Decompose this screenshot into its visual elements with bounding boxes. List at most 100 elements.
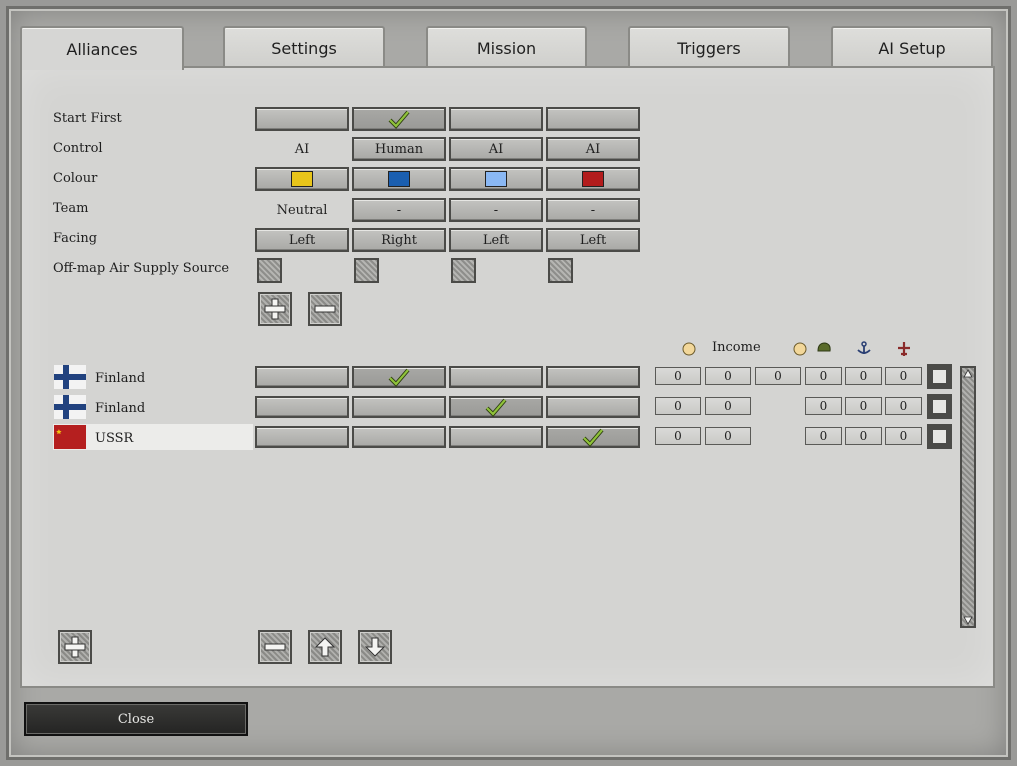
player-name: Finland [95,371,146,386]
player-2-naval-field[interactable]: 0 [845,397,882,415]
colour-swatch [582,171,604,187]
control-button-3[interactable]: AI [449,137,543,161]
team-label: Team [53,201,89,216]
remove-alliance-button[interactable] [308,292,342,326]
colour-swatch [485,171,507,187]
income-coin-icon [682,342,696,356]
checkmark-icon [388,110,410,129]
player-1-select-checkbox[interactable] [927,364,952,389]
alliances-panel: Start First Control Colour Team Facing O… [20,66,995,688]
minus-icon [264,643,286,651]
player-1-prestige-field[interactable]: 0 [705,367,751,385]
remove-player-button[interactable] [258,630,292,664]
player-1-alliance-4[interactable] [546,366,640,388]
player-1-alliance-1[interactable] [255,366,349,388]
move-up-button[interactable] [308,630,342,664]
player-2-prestige-field[interactable]: 0 [705,397,751,415]
naval-anchor-icon [857,341,871,354]
scroll-up-icon[interactable] [963,369,973,379]
player-3-naval-field[interactable]: 0 [845,427,882,445]
player-1-extra-field[interactable]: 0 [755,367,801,385]
colour-swatch [291,171,313,187]
control-label: Control [53,141,103,156]
infantry-helmet-icon [817,342,831,352]
tab-ai-setup[interactable]: AI Setup [831,26,993,68]
tab-alliances[interactable]: Alliances [20,26,184,70]
tab-settings[interactable]: Settings [223,26,385,68]
start-first-button-4[interactable] [546,107,640,131]
tab-triggers[interactable]: Triggers [628,26,790,68]
control-button-4[interactable]: AI [546,137,640,161]
start-first-button-3[interactable] [449,107,543,131]
finland-flag-icon [54,365,86,389]
player-3-alliance-2[interactable] [352,426,446,448]
player-2-alliance-4[interactable] [546,396,640,418]
player-1-income-field[interactable]: 0 [655,367,701,385]
start-first-button-2[interactable] [352,107,446,131]
player-1-naval-field[interactable]: 0 [845,367,882,385]
player-2-income-field[interactable]: 0 [655,397,701,415]
player-3-alliance-1[interactable] [255,426,349,448]
plus-icon [64,636,86,658]
air-supply-checkbox-2[interactable] [354,258,379,283]
air-supply-checkbox-4[interactable] [548,258,573,283]
air-supply-checkbox-3[interactable] [451,258,476,283]
ussr-flag-icon [54,425,86,449]
plus-icon [264,298,286,320]
add-alliance-button[interactable] [258,292,292,326]
team-button-2[interactable]: - [352,198,446,222]
scroll-down-icon[interactable] [963,615,973,625]
player-3-air-field[interactable]: 0 [885,427,922,445]
facing-button-3[interactable]: Left [449,228,543,252]
air-supply-checkbox-1[interactable] [257,258,282,283]
prestige-coin-icon [793,342,807,356]
colour-button-3[interactable] [449,167,543,191]
income-label: Income [712,340,761,355]
facing-button-4[interactable]: Left [546,228,640,252]
colour-swatch [388,171,410,187]
control-value-1: AI [294,141,310,157]
player-1-air-field[interactable]: 0 [885,367,922,385]
player-2-air-field[interactable]: 0 [885,397,922,415]
player-2-alliance-1[interactable] [255,396,349,418]
player-2-select-checkbox[interactable] [927,394,952,419]
add-player-button[interactable] [58,630,92,664]
player-3-alliance-4[interactable] [546,426,640,448]
colour-button-4[interactable] [546,167,640,191]
close-button[interactable]: Close [24,702,248,736]
team-value-1: Neutral [276,202,328,218]
player-1-alliance-2[interactable] [352,366,446,388]
player-1-alliance-3[interactable] [449,366,543,388]
facing-button-2[interactable]: Right [352,228,446,252]
player-list-scrollbar[interactable] [960,366,976,628]
checkmark-icon [582,428,604,447]
player-2-infantry-field[interactable]: 0 [805,397,842,415]
player-3-prestige-field[interactable]: 0 [705,427,751,445]
player-3-alliance-3[interactable] [449,426,543,448]
team-button-4[interactable]: - [546,198,640,222]
colour-label: Colour [53,171,98,186]
arrow-up-icon [314,637,336,657]
start-first-label: Start First [53,111,122,126]
player-3-income-field[interactable]: 0 [655,427,701,445]
player-3-select-checkbox[interactable] [927,424,952,449]
player-3-infantry-field[interactable]: 0 [805,427,842,445]
colour-button-2[interactable] [352,167,446,191]
team-button-3[interactable]: - [449,198,543,222]
player-2-alliance-2[interactable] [352,396,446,418]
tab-mission[interactable]: Mission [426,26,587,68]
player-name: Finland [95,401,146,416]
facing-label: Facing [53,231,98,246]
air-supply-label: Off-map Air Supply Source [53,261,230,276]
colour-button-1[interactable] [255,167,349,191]
arrow-down-icon [364,637,386,657]
checkmark-icon [485,398,507,417]
move-down-button[interactable] [358,630,392,664]
minus-icon [314,305,336,313]
facing-button-1[interactable]: Left [255,228,349,252]
player-2-alliance-3[interactable] [449,396,543,418]
start-first-button-1[interactable] [255,107,349,131]
air-plane-icon [898,342,910,356]
control-button-2[interactable]: Human [352,137,446,161]
player-1-infantry-field[interactable]: 0 [805,367,842,385]
